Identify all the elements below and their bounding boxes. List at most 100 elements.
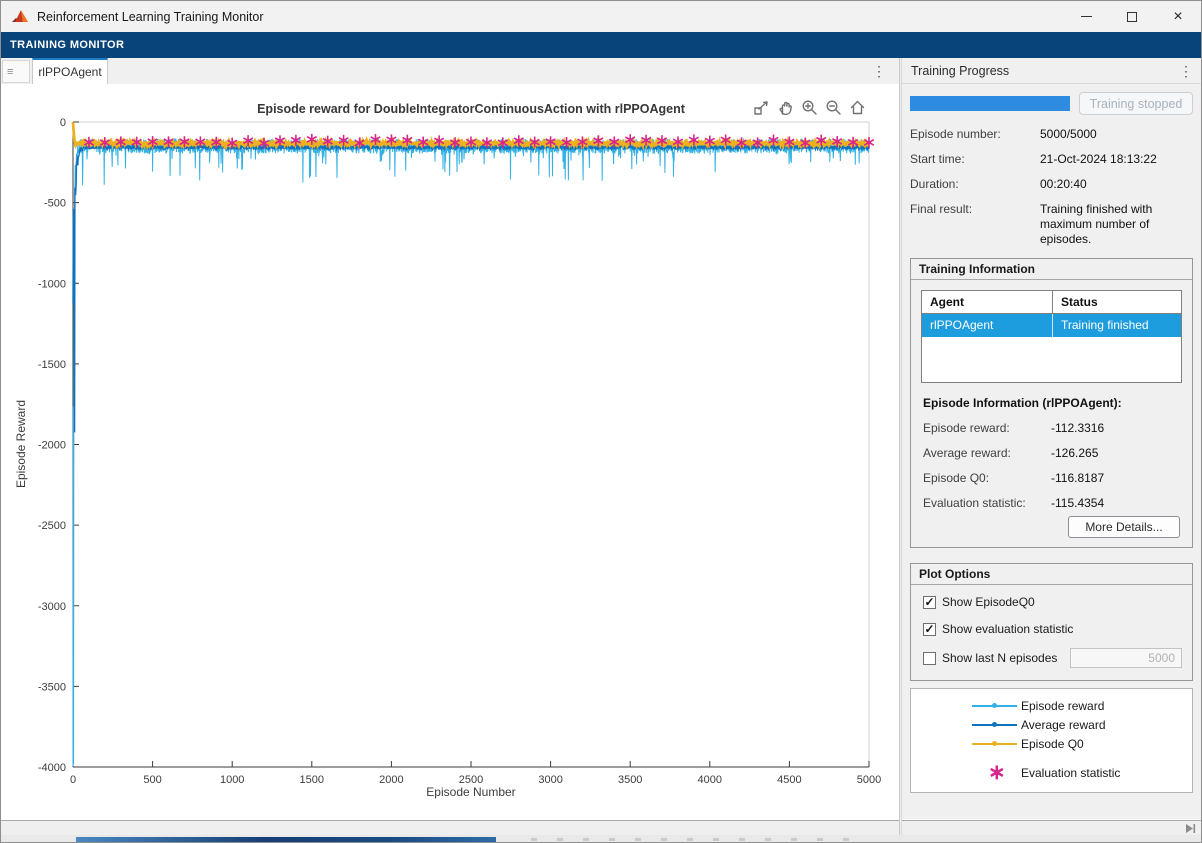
svg-text:0: 0	[60, 117, 66, 129]
table-row[interactable]: rlPPOAgent Training finished	[922, 314, 1181, 337]
svg-text:-4000: -4000	[38, 762, 66, 774]
start-time-value: 21-Oct-2024 18:13:22	[1040, 152, 1157, 166]
svg-text:-3000: -3000	[38, 601, 66, 613]
window-title: Reinforcement Learning Training Monitor	[37, 10, 264, 24]
background-window-sliver	[1, 835, 1201, 842]
training-information-group: Training Information Agent Status rlPPOA…	[910, 258, 1193, 548]
show-last-n-episodes-label: Show last N episodes	[942, 651, 1057, 665]
toolstrip-tab-training-monitor[interactable]: TRAINING MONITOR	[1, 39, 133, 51]
svg-text:1000: 1000	[220, 774, 244, 786]
legend-item-average-reward: Average reward	[911, 718, 1192, 732]
more-details-button[interactable]: More Details...	[1068, 516, 1180, 538]
close-button[interactable]: ×	[1155, 1, 1201, 32]
chart-document: Episode reward for DoubleIntegratorConti…	[1, 84, 899, 819]
episode-information-title: Episode Information (rlPPOAgent):	[923, 396, 1122, 410]
svg-text:-1500: -1500	[38, 359, 66, 371]
last-n-episodes-input[interactable]	[1070, 648, 1182, 668]
plot-options-group: Plot Options ✓ Show EpisodeQ0 ✓ Show eva…	[910, 563, 1193, 681]
titlebar: Reinforcement Learning Training Monitor …	[1, 1, 1201, 32]
average-reward-value: -126.265	[1051, 446, 1098, 460]
show-last-n-episodes-checkbox[interactable]	[923, 652, 936, 665]
duration-value: 00:20:40	[1040, 177, 1087, 191]
app-window: Reinforcement Learning Training Monitor …	[0, 0, 1202, 843]
panel-overflow-menu-icon[interactable]: ⋮	[1177, 60, 1195, 82]
episode-number-value: 5000/5000	[1040, 127, 1097, 141]
legend-label-episode-reward: Episode reward	[1021, 699, 1104, 713]
zoom-in-button[interactable]	[800, 98, 819, 117]
horizontal-scroll-area[interactable]	[1, 820, 899, 835]
axes-toolbar	[752, 98, 867, 117]
average-reward-dot-marker	[992, 722, 997, 727]
svg-text:-500: -500	[44, 198, 66, 210]
episode-reward-label: Episode reward:	[923, 421, 1010, 435]
legend-label-episode-q0: Episode Q0	[1021, 737, 1084, 751]
episode-reward-value: -112.3316	[1051, 421, 1104, 435]
status-cell: Training finished	[1053, 314, 1181, 337]
show-evaluation-statistic-checkbox[interactable]: ✓	[923, 623, 936, 636]
home-icon	[849, 99, 866, 116]
svg-text:-2000: -2000	[38, 440, 66, 452]
show-last-n-episodes-option[interactable]: Show last N episodes	[923, 651, 1057, 665]
svg-text:1500: 1500	[300, 774, 324, 786]
training-progress-panel: Training Progress ⋮ Training stopped Epi…	[902, 58, 1201, 819]
show-episodeq0-label: Show EpisodeQ0	[942, 595, 1035, 609]
svg-text:4500: 4500	[777, 774, 801, 786]
pan-hand-icon	[777, 99, 794, 116]
tab-rlppoagent[interactable]: rlPPOAgent	[32, 58, 108, 84]
expand-right-icon[interactable]	[1184, 823, 1196, 834]
svg-text:-3500: -3500	[38, 681, 66, 693]
svg-text:5000: 5000	[857, 774, 881, 786]
zoom-out-button[interactable]	[824, 98, 843, 117]
restore-view-button[interactable]	[848, 98, 867, 117]
x-axis-label: Episode Number	[426, 785, 515, 799]
panel-header: Training Progress ⋮	[902, 58, 1201, 84]
svg-text:3500: 3500	[618, 774, 642, 786]
show-evaluation-statistic-option[interactable]: ✓ Show evaluation statistic	[923, 622, 1073, 636]
background-taskbar-fragment	[76, 837, 496, 842]
legend-item-episode-q0: Episode Q0	[911, 737, 1192, 751]
export-icon	[753, 99, 770, 116]
final-result-value: Training finished with maximum number of…	[1040, 202, 1190, 247]
zoom-in-icon	[801, 99, 818, 116]
y-axis-label: Episode Reward	[14, 400, 28, 488]
export-button[interactable]	[752, 98, 771, 117]
table-header-row: Agent Status	[922, 291, 1181, 314]
minimize-button[interactable]	[1063, 1, 1109, 32]
training-stopped-button[interactable]: Training stopped	[1079, 92, 1193, 115]
legend-item-episode-reward: Episode reward	[911, 699, 1192, 713]
show-episodeq0-checkbox[interactable]: ✓	[923, 596, 936, 609]
chart-legend: Episode reward Average reward Episode Q0…	[910, 688, 1193, 793]
training-information-title: Training Information	[911, 259, 1192, 280]
svg-text:4000: 4000	[698, 774, 722, 786]
panel-bottom-strip	[902, 820, 1201, 835]
svg-text:3000: 3000	[538, 774, 562, 786]
svg-text:0: 0	[70, 774, 76, 786]
evaluation-statistic-label: Evaluation statistic:	[923, 496, 1026, 510]
evaluation-statistic-asterisk-marker: ∗	[988, 760, 1006, 785]
svg-text:-1000: -1000	[38, 278, 66, 290]
document-tabstrip: ≡ rlPPOAgent ⋮	[1, 58, 899, 84]
pan-button[interactable]	[776, 98, 795, 117]
grip-handle-icon[interactable]: ≡	[2, 60, 30, 83]
maximize-icon	[1127, 12, 1137, 22]
status-column-header: Status	[1053, 291, 1181, 313]
average-reward-label: Average reward:	[923, 446, 1011, 460]
training-chart[interactable]: Episode reward for DoubleIntegratorConti…	[1, 84, 899, 819]
toolstrip: TRAINING MONITOR	[1, 32, 1201, 58]
show-episodeq0-option[interactable]: ✓ Show EpisodeQ0	[923, 595, 1035, 609]
tabstrip-overflow-menu-icon[interactable]: ⋮	[869, 60, 889, 82]
episode-q0-value: -116.8187	[1051, 471, 1104, 485]
training-progress-bar	[910, 96, 1070, 111]
evaluation-statistic-value: -115.4354	[1051, 496, 1104, 510]
plot-options-title: Plot Options	[911, 564, 1192, 585]
legend-item-evaluation-statistic: ∗ Evaluation statistic	[911, 766, 1192, 780]
matlab-logo-icon	[11, 9, 29, 25]
agent-cell: rlPPOAgent	[922, 314, 1053, 337]
svg-text:-2500: -2500	[38, 520, 66, 532]
show-evaluation-statistic-label: Show evaluation statistic	[942, 622, 1073, 636]
final-result-label: Final result:	[910, 202, 972, 216]
svg-text:2500: 2500	[459, 774, 483, 786]
svg-text:2000: 2000	[379, 774, 403, 786]
maximize-button[interactable]	[1109, 1, 1155, 32]
background-window-fragment	[531, 838, 861, 841]
